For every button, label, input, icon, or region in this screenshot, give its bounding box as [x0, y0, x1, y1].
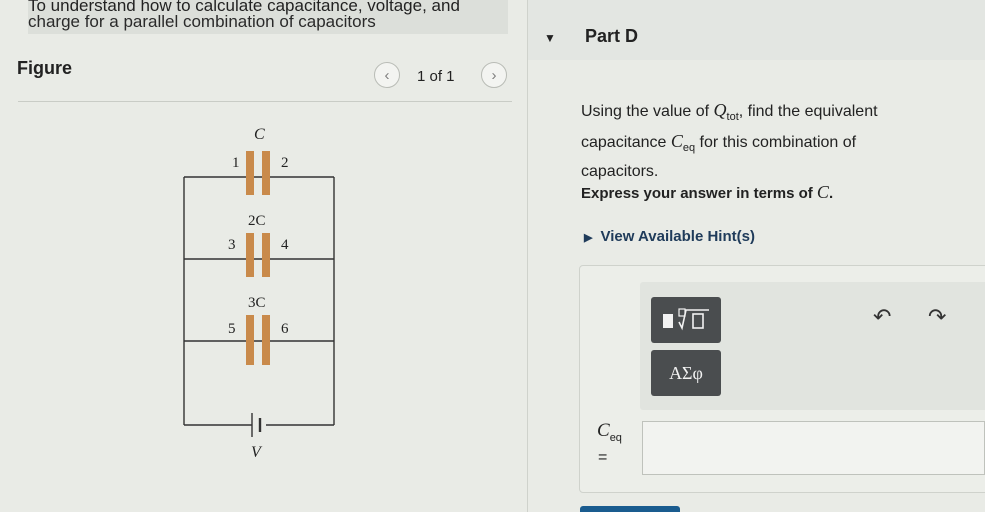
c-sub: eq [682, 142, 696, 155]
question-pre: Using the value of [581, 103, 714, 120]
caret-down-icon[interactable]: ▼ [544, 31, 556, 45]
answer-variable-symbol: C [597, 420, 610, 441]
cap-label-1: C [254, 126, 265, 143]
capacitor-plate [262, 151, 270, 195]
circuit-svg: C 1 2 2C 3 4 3C 5 6 V [183, 126, 335, 461]
capacitor-plate [246, 233, 254, 277]
intro-line-2: charge for a parallel combination of cap… [28, 12, 376, 31]
figure-title: Figure [17, 58, 73, 78]
intro-text: To understand how to calculate capacitan… [28, 0, 508, 34]
panel-divider [527, 0, 528, 512]
express-pre: Express your answer in terms of [581, 185, 817, 202]
equals-sign: = [598, 449, 608, 466]
caret-right-icon: ▶ [584, 232, 593, 244]
figure-rule [18, 101, 512, 102]
express-var: C [816, 182, 829, 202]
node-5: 5 [228, 321, 236, 337]
part-title[interactable]: Part D [585, 26, 638, 47]
answer-input[interactable] [642, 421, 985, 475]
answer-variable-sub: eq [609, 431, 622, 444]
q-sub: tot [726, 111, 739, 124]
circuit-diagram: C 1 2 2C 3 4 3C 5 6 V [150, 115, 370, 475]
node-3: 3 [228, 237, 236, 253]
capacitor-plate [246, 151, 254, 195]
cap-label-2: 2C [248, 213, 266, 229]
templates-button[interactable] [651, 297, 721, 343]
page-count: 1 of 1 [417, 68, 455, 85]
q-symbol: Q [713, 100, 727, 120]
source-label: V [251, 444, 263, 461]
chevron-left-icon[interactable]: ‹ [374, 62, 400, 88]
node-1: 1 [232, 155, 240, 171]
submit-button[interactable] [580, 506, 680, 512]
cap-label-3: 3C [248, 295, 266, 311]
answer-variable: Ceq [597, 420, 622, 444]
question-text: Using the value of Qtot, find the equiva… [581, 98, 911, 184]
capacitor-plate [262, 233, 270, 277]
greek-symbols-button[interactable]: ΑΣφ [651, 350, 721, 396]
hint-label: View Available Hint(s) [600, 228, 755, 245]
node-4: 4 [281, 237, 289, 253]
chevron-right-icon[interactable]: › [481, 62, 507, 88]
node-6: 6 [281, 321, 289, 337]
capacitor-plate [246, 315, 254, 365]
express-post: . [828, 185, 834, 202]
undo-icon[interactable]: ↶ [873, 304, 891, 330]
templates-radical-icon [663, 308, 709, 331]
node-2: 2 [281, 155, 289, 171]
express-instruction: Express your answer in terms of C. [581, 182, 833, 203]
redo-icon[interactable]: ↷ [928, 304, 946, 330]
c-symbol: C [670, 131, 683, 152]
capacitor-plate [262, 315, 270, 365]
view-hints-link[interactable]: ▶ View Available Hint(s) [584, 228, 755, 245]
